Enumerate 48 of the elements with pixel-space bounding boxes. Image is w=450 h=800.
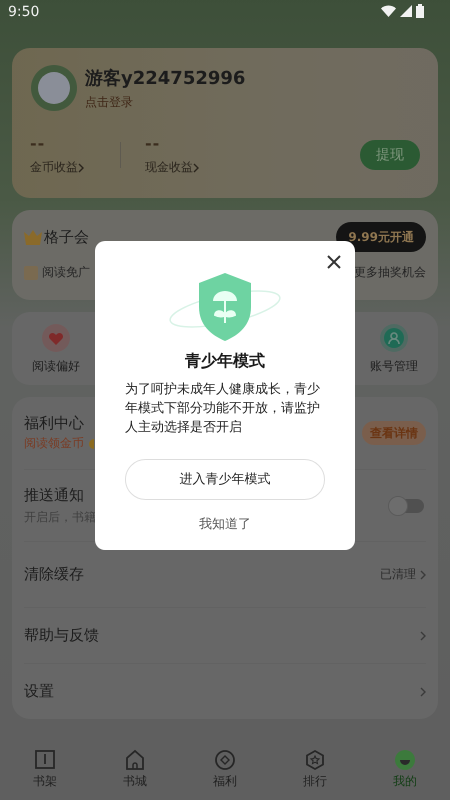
perk-text: 阅读免广	[42, 264, 90, 281]
smiley-icon	[394, 748, 416, 770]
avatar[interactable]	[30, 64, 78, 112]
signal-icon	[400, 5, 412, 17]
menu-title[interactable]: 清除缓存	[24, 565, 84, 584]
menu-value: 已清理	[380, 566, 416, 583]
withdraw-button[interactable]: 提现	[360, 140, 420, 170]
stat-value: --	[30, 134, 46, 153]
book-icon	[34, 748, 56, 770]
battery-icon	[416, 4, 424, 18]
person-icon	[380, 324, 408, 352]
user-name: 游客y224752996	[85, 66, 246, 90]
dialog-title: 青少年模式	[185, 350, 265, 372]
subscribe-button[interactable]: 9.99元开通	[336, 222, 426, 252]
login-link[interactable]: 点击登录	[85, 94, 246, 110]
vip-title: 格子会	[44, 228, 89, 246]
nav-tab[interactable]: 福利	[195, 748, 255, 790]
dialog-message: 为了呵护未成年人健康成长，青少年模式下部分功能不开放，请监护人主动选择是否开启	[125, 380, 321, 436]
perk-text: 更多抽奖机会	[354, 264, 426, 281]
details-button[interactable]: 查看详情	[362, 421, 426, 445]
chevron-icon	[420, 570, 426, 580]
menu-subtitle: 阅读领金币	[24, 435, 84, 452]
close-icon[interactable]	[325, 252, 343, 270]
dismiss-button[interactable]: 我知道了	[193, 514, 257, 534]
wifi-icon	[381, 5, 396, 17]
crown-icon	[24, 229, 42, 245]
stat-value: --	[145, 134, 162, 153]
chevron-icon	[420, 630, 426, 640]
menu-title[interactable]: 设置	[24, 682, 54, 701]
chevron-icon	[420, 686, 426, 696]
nav-tab[interactable]: 排行	[285, 748, 345, 790]
menu-title: 推送通知	[24, 486, 85, 504]
stat-label[interactable]: 现金收益	[145, 159, 193, 176]
house-icon	[124, 748, 146, 770]
coin-icon	[214, 748, 236, 770]
nav-tab[interactable]: 书架	[15, 748, 75, 790]
chevron-icon	[193, 162, 199, 172]
stat-label[interactable]: 金币收益	[30, 159, 78, 176]
shortcut-label[interactable]: 阅读偏好	[32, 358, 80, 375]
star-icon	[304, 748, 326, 770]
status-time: 9:50	[8, 4, 40, 20]
enter-mode-button[interactable]: 进入青少年模式	[125, 458, 325, 500]
chevron-icon	[78, 162, 84, 172]
nav-tab[interactable]: 书城	[105, 748, 165, 790]
menu-title[interactable]: 帮助与反馈	[24, 626, 99, 645]
menu-title: 福利中心	[24, 414, 85, 433]
shortcut-label[interactable]: 账号管理	[370, 358, 418, 375]
nav-tab[interactable]: 我的	[375, 748, 435, 790]
